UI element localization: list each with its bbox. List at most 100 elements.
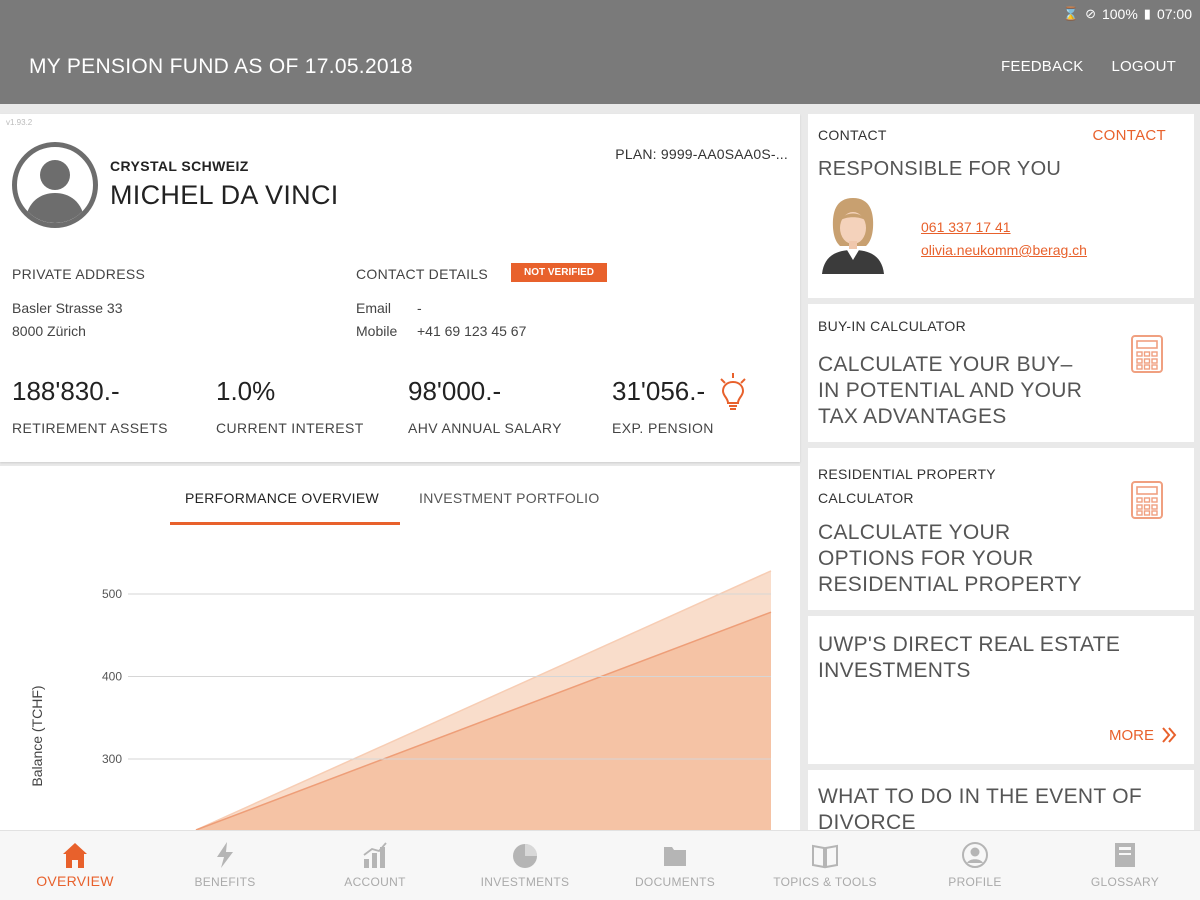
signal-icon: ⌛ [1062,6,1080,21]
battery-level: 100% [1101,6,1138,22]
responsible-title: RESPONSIBLE FOR YOU [818,158,1062,180]
real-estate-title: UWP'S DIRECT REAL ESTATE INVESTMENTS [818,632,1120,684]
nav-topics-tools[interactable]: TOPICS & TOOLS [750,831,900,900]
property-calculator-label: RESIDENTIAL PROPERTY CALCULATOR [818,462,996,510]
buy-in-calculator-label: BUY-IN CALCULATOR [818,318,966,334]
avatar[interactable] [12,142,98,228]
nav-profile[interactable]: PROFILE [900,831,1050,900]
balance-chart: 300 400 500 Balance (TCHF) [29,570,772,830]
nav-glossary-label: GLOSSARY [1090,875,1160,889]
retirement-assets-label: RETIREMENT ASSETS [12,420,168,436]
real-estate-card[interactable]: UWP'S DIRECT REAL ESTATE INVESTMENTS MOR… [808,616,1194,764]
active-tab-indicator [170,522,400,525]
calculator-icon[interactable] [1130,480,1164,520]
current-interest-label: CURRENT INTEREST [216,420,364,436]
nav-account-label: ACCOUNT [344,875,406,889]
nav-profile-label: PROFILE [948,875,1002,889]
nav-documents-label: DOCUMENTS [634,875,716,889]
property-line-2: OPTIONS FOR YOUR [818,547,1034,570]
app-header: ⌛ ⊘ 100% ▮ 07:00 MY PENSION FUND AS OF 1… [0,0,1200,104]
pie-chart-icon [513,844,537,868]
more-link[interactable]: MORE [1109,726,1178,744]
real-estate-line-1: UWP'S DIRECT REAL ESTATE [818,633,1121,656]
current-interest-value: 1.0% [216,376,276,406]
clock: 07:00 [1156,6,1192,22]
nav-benefits[interactable]: BENEFITS [150,831,300,900]
property-description: CALCULATE YOUR OPTIONS FOR YOUR RESIDENT… [818,520,1082,598]
address-city: 8000 Zürich [12,323,86,339]
nav-overview-label: OVERVIEW [36,873,114,889]
y-axis-label: Balance (TCHF) [29,685,45,786]
retirement-assets-value: 188'830.- [12,376,120,406]
more-label: MORE [1109,726,1154,744]
lightbulb-icon[interactable] [718,372,748,412]
mobile-label: Mobile [356,323,398,339]
buy-in-line-1: CALCULATE YOUR BUY– [818,353,1073,376]
contact-button[interactable]: CONTACT [1093,127,1166,144]
property-label-line-1: RESIDENTIAL PROPERTY [818,466,996,482]
nav-documents[interactable]: DOCUMENTS [600,831,750,900]
advisor-phone-link[interactable]: 061 337 17 41 [921,219,1011,235]
property-label-line-2: CALCULATOR [818,490,914,506]
property-line-3: RESIDENTIAL PROPERTY [818,573,1082,596]
performance-card: PERFORMANCE OVERVIEW INVESTMENT PORTFOLI… [0,466,800,830]
buy-in-calculator-card[interactable]: BUY-IN CALCULATOR CALCULATE YOUR BUY– IN… [808,304,1194,442]
double-chevron-right-icon [1162,727,1177,743]
real-estate-line-2: INVESTMENTS [818,659,971,682]
app-version: v1.93.2 [6,118,33,127]
divorce-line-1: WHAT TO DO IN THE EVENT OF [818,785,1143,808]
buy-in-line-3: TAX ADVANTAGES [818,405,1007,428]
insured-name: MICHEL DA VINCI [110,180,339,210]
nav-account[interactable]: ACCOUNT [300,831,450,900]
bottom-navigation: OVERVIEW BENEFITS ACCOUNT INVESTMENTS DO… [0,830,1200,900]
email-label: Email [356,300,392,316]
nav-benefits-label: BENEFITS [194,875,256,889]
book-icon [812,844,838,869]
ahv-salary-value: 98'000.- [408,376,502,406]
divorce-card[interactable]: WHAT TO DO IN THE EVENT OF DIVORCE [808,770,1194,830]
status-bar: ⌛ ⊘ 100% ▮ 07:00 [1063,6,1192,22]
nav-overview[interactable]: OVERVIEW [0,831,150,900]
nav-topics-tools-label: TOPICS & TOOLS [773,875,877,889]
battery-icon: ▮ [1143,6,1151,21]
lightning-icon [217,842,233,868]
buy-in-line-2: IN POTENTIAL AND YOUR [818,379,1083,402]
advisor-portrait [822,198,884,274]
tab-performance-overview[interactable]: PERFORMANCE OVERVIEW [185,490,379,506]
buy-in-description: CALCULATE YOUR BUY– IN POTENTIAL AND YOU… [818,352,1082,430]
divorce-line-2: DIVORCE [818,811,916,830]
email-value: - [417,300,422,316]
expected-pension-label: EXP. PENSION [612,420,714,436]
not-verified-badge[interactable]: NOT VERIFIED [511,263,608,282]
plan-number[interactable]: PLAN: 9999-AA0SAA0S-... [615,146,788,162]
property-calculator-card[interactable]: RESIDENTIAL PROPERTY CALCULATOR CALCULAT… [808,448,1194,610]
contact-details-label: CONTACT DETAILS [356,266,489,282]
nav-investments[interactable]: INVESTMENTS [450,831,600,900]
person-icon [962,842,988,868]
private-address-label: PRIVATE ADDRESS [12,266,146,282]
contact-card: CONTACT CONTACT RESPONSIBLE FOR YOU 061 … [808,114,1194,298]
company-name: CRYSTAL SCHWEIZ [110,158,249,174]
profile-card: v1.93.2 CRYSTAL SCHWEIZ MICHEL DA VINCI … [0,114,800,462]
tab-investment-portfolio[interactable]: INVESTMENT PORTFOLIO [419,490,600,506]
logout-link[interactable]: LOGOUT [1111,58,1176,75]
page-title: MY PENSION FUND AS OF 17.05.2018 [29,55,413,78]
home-icon [63,843,87,868]
expected-pension-value: 31'056.- [612,376,706,406]
nav-investments-label: INVESTMENTS [480,875,570,889]
feedback-link[interactable]: FEEDBACK [1001,58,1083,75]
bar-chart-icon [363,842,387,868]
do-not-disturb-icon: ⊘ [1085,6,1096,21]
calculator-icon[interactable] [1130,334,1164,374]
divorce-title: WHAT TO DO IN THE EVENT OF DIVORCE [818,784,1142,830]
advisor-email-link[interactable]: olivia.neukomm@berag.ch [921,242,1087,258]
folder-icon [664,847,686,866]
nav-glossary[interactable]: GLOSSARY [1050,831,1200,900]
header-actions: FEEDBACK LOGOUT [1001,58,1176,75]
person-avatar-icon [25,160,85,223]
y-tick-label-400: 400 [102,670,122,684]
glossary-icon [1115,843,1135,867]
mobile-value: +41 69 123 45 67 [417,323,527,339]
y-tick-label-300: 300 [102,752,122,766]
property-line-1: CALCULATE YOUR [818,521,1011,544]
